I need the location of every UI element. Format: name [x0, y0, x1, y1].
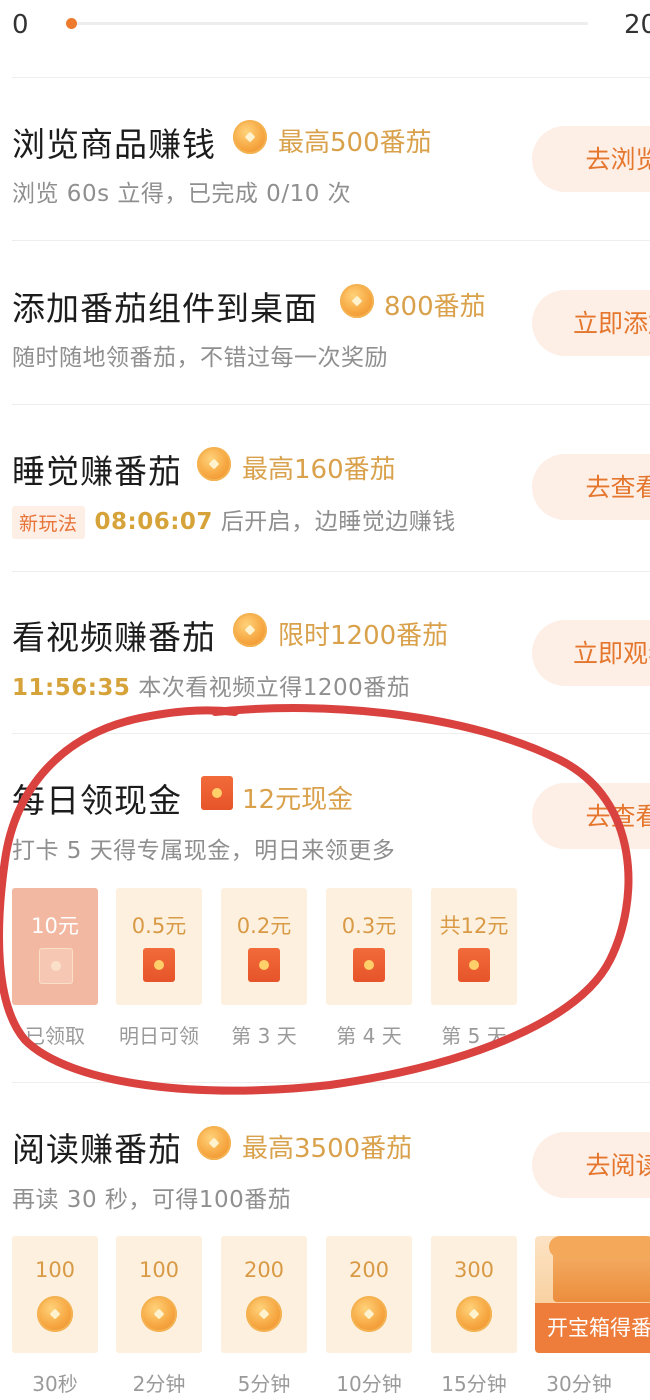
divider [12, 77, 650, 78]
coin-icon [456, 1296, 492, 1332]
task-subtitle: 本次看视频立得1200番茄 [138, 675, 411, 701]
task-reward: 最高3500番茄 [242, 1134, 413, 1164]
treasure-chest-lid [549, 1236, 650, 1258]
red-envelope-icon [353, 948, 385, 982]
treasure-chest-card[interactable]: 开宝箱得番茄 [535, 1236, 650, 1353]
read-reward-card[interactable]: 100 [12, 1236, 98, 1353]
read-reward-label: 10分钟 [336, 1372, 402, 1396]
read-reward-label: 5分钟 [237, 1372, 291, 1396]
task-reward: 12元现金 [242, 785, 354, 815]
red-envelope-icon [143, 948, 175, 982]
cash-amount: 0.3元 [341, 914, 397, 938]
task-title: 每日领现金 [12, 781, 182, 820]
task-subtitle: 随时随地领番茄，不错过每一次奖励 [12, 345, 388, 371]
read-reward-amount: 300 [453, 1258, 495, 1282]
task-subtitle-row: 11:56:35 本次看视频立得1200番茄 [12, 668, 410, 702]
countdown-time: 08:06:07 [94, 509, 213, 535]
read-reward-amount: 100 [34, 1258, 76, 1282]
task-title: 浏览商品赚钱 [12, 125, 216, 164]
divider [12, 733, 650, 734]
red-envelope-icon [39, 948, 73, 984]
cash-day-card[interactable]: 0.5元 [116, 888, 202, 1005]
progress-min-label: 0 [12, 10, 29, 40]
watch-video-button[interactable]: 立即观看 [532, 620, 650, 686]
read-reward-card[interactable]: 300 [431, 1236, 517, 1353]
read-reward-label: 30秒 [32, 1372, 78, 1396]
task-title: 添加番茄组件到桌面 [12, 289, 318, 328]
read-button[interactable]: 去阅读 [532, 1132, 650, 1198]
task-title: 看视频赚番茄 [12, 618, 216, 657]
task-reward: 最高160番茄 [242, 455, 396, 485]
coin-icon [197, 1126, 231, 1160]
add-widget-button[interactable]: 立即添加 [532, 290, 650, 356]
cash-view-button[interactable]: 去查看 [532, 783, 650, 849]
cash-day-label: 第 3 天 [231, 1024, 297, 1048]
task-subtitle: 后开启，边睡觉边赚钱 [220, 509, 456, 535]
coin-icon [351, 1296, 387, 1332]
coin-icon [340, 284, 374, 318]
task-title: 睡觉赚番茄 [12, 452, 182, 491]
cash-day-label: 明日可领 [119, 1024, 199, 1048]
cash-amount: 共12元 [439, 914, 509, 938]
divider [12, 571, 650, 572]
read-reward-amount: 200 [348, 1258, 390, 1282]
coin-icon [233, 613, 267, 647]
coin-icon [197, 447, 231, 481]
cash-amount: 0.2元 [236, 914, 292, 938]
task-reward: 限时1200番茄 [278, 621, 449, 651]
task-subtitle: 浏览 60s 立得，已完成 0/10 次 [12, 181, 352, 207]
progress-marker [66, 18, 77, 29]
chest-label: 开宝箱得番茄 [535, 1303, 650, 1353]
task-title: 阅读赚番茄 [12, 1130, 182, 1169]
cash-day-card[interactable]: 10元 [12, 888, 98, 1005]
new-play-badge: 新玩法 [12, 506, 85, 539]
coin-icon [141, 1296, 177, 1332]
task-subtitle-row: 新玩法 08:06:07 后开启，边睡觉边赚钱 [12, 502, 456, 539]
cash-day-label: 已领取 [25, 1024, 85, 1048]
browse-button[interactable]: 去浏览 [532, 126, 650, 192]
read-reward-card[interactable]: 100 [116, 1236, 202, 1353]
read-reward-label: 15分钟 [441, 1372, 507, 1396]
task-reward: 最高500番茄 [278, 128, 432, 158]
divider [12, 1082, 650, 1083]
task-subtitle: 再读 30 秒，可得100番茄 [12, 1187, 292, 1213]
read-reward-amount: 100 [138, 1258, 180, 1282]
coin-icon [233, 120, 267, 154]
cash-day-card[interactable]: 共12元 [431, 888, 517, 1005]
read-reward-card[interactable]: 200 [326, 1236, 412, 1353]
task-subtitle: 打卡 5 天得专属现金，明日来领更多 [12, 838, 396, 864]
cash-day-card[interactable]: 0.2元 [221, 888, 307, 1005]
cash-amount: 0.5元 [131, 914, 187, 938]
countdown-time: 11:56:35 [12, 675, 131, 701]
chest-time-label: 30分钟 [546, 1372, 612, 1396]
red-envelope-icon [458, 948, 490, 982]
cash-day-label: 第 5 天 [441, 1024, 507, 1048]
cash-day-label: 第 4 天 [336, 1024, 402, 1048]
red-envelope-icon [248, 948, 280, 982]
divider [12, 240, 650, 241]
cash-amount: 10元 [31, 914, 79, 938]
red-envelope-icon [201, 776, 233, 810]
read-reward-label: 2分钟 [132, 1372, 186, 1396]
cash-day-card[interactable]: 0.3元 [326, 888, 412, 1005]
progress-track [66, 18, 588, 29]
divider [12, 404, 650, 405]
progress-max-label: 20 [624, 10, 650, 40]
coin-icon [246, 1296, 282, 1332]
coin-icon [37, 1296, 73, 1332]
read-reward-amount: 200 [243, 1258, 285, 1282]
sleep-view-button[interactable]: 去查看 [532, 454, 650, 520]
task-reward: 800番茄 [384, 292, 486, 322]
read-reward-card[interactable]: 200 [221, 1236, 307, 1353]
